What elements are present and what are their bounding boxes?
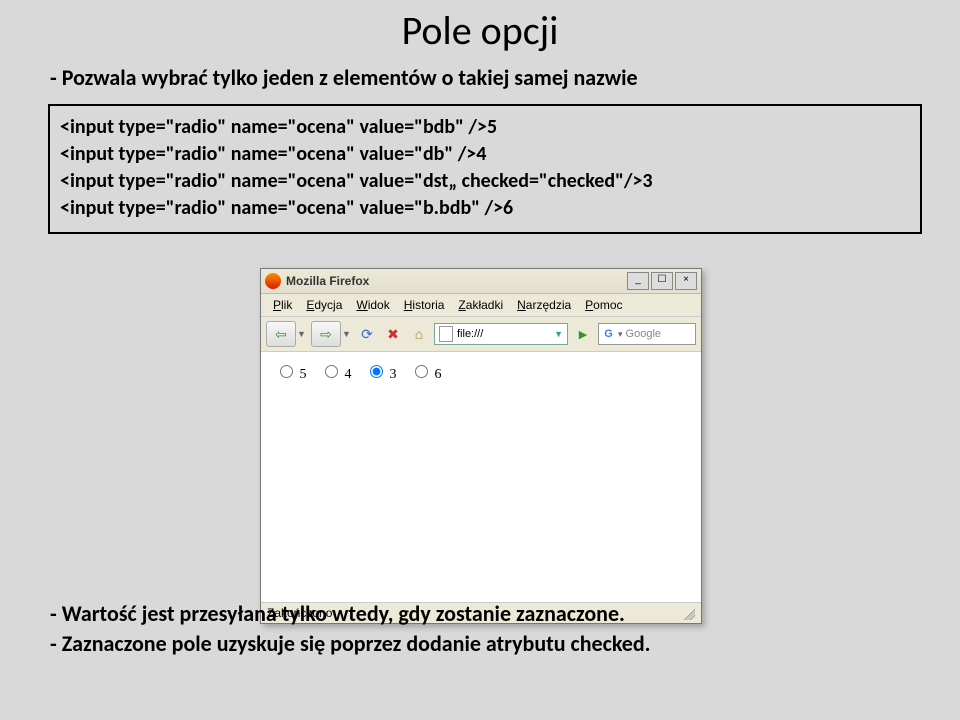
menu-historia[interactable]: Historia [398, 297, 451, 313]
slide-title: Pole opcji [0, 6, 960, 55]
minimize-button[interactable]: _ [627, 272, 649, 290]
home-icon[interactable]: ⌂ [408, 323, 430, 345]
forward-dropdown-icon[interactable]: ▼ [342, 329, 352, 339]
radio-input-6[interactable] [415, 365, 428, 378]
menu-pomoc[interactable]: Pomoc [579, 297, 628, 313]
radio-group-ocena: 5 4 3 6 [275, 362, 687, 383]
radio-label-3: 3 [390, 367, 397, 382]
back-dropdown-icon[interactable]: ▼ [297, 329, 307, 339]
radio-input-3[interactable] [370, 365, 383, 378]
forward-button[interactable]: ⇨ [311, 321, 341, 347]
radio-input-4[interactable] [325, 365, 338, 378]
radio-input-5[interactable] [280, 365, 293, 378]
go-button[interactable]: ▶ [572, 323, 594, 345]
firefox-icon [265, 273, 281, 289]
code-line-2: <input type="radio" name="ocena" value="… [60, 141, 910, 168]
note-bullet-2: - Zaznaczone pole uzyskuje się poprzez d… [50, 630, 910, 657]
maximize-button[interactable]: ☐ [651, 272, 673, 290]
url-dropdown-icon[interactable]: ▼ [554, 329, 563, 339]
browser-window: Mozilla Firefox _ ☐ × Plik Edycja Widok … [260, 268, 702, 624]
code-example-box: <input type="radio" name="ocena" value="… [48, 104, 922, 234]
radio-label-4: 4 [345, 367, 352, 382]
back-button[interactable]: ⇦ [266, 321, 296, 347]
browser-content: 5 4 3 6 [261, 352, 701, 602]
intro-bullet: - Pozwala wybrać tylko jeden z elementów… [50, 64, 910, 91]
code-line-4: <input type="radio" name="ocena" value="… [60, 195, 910, 222]
radio-option-5[interactable]: 5 [275, 367, 307, 382]
radio-label-5: 5 [300, 367, 307, 382]
url-input[interactable]: file:/// ▼ [434, 323, 568, 345]
page-icon [439, 326, 453, 342]
url-text: file:/// [457, 328, 483, 340]
menu-widok[interactable]: Widok [350, 297, 395, 313]
google-icon: G [602, 328, 615, 341]
search-dropdown-icon[interactable]: ▾ [618, 329, 623, 340]
radio-option-6[interactable]: 6 [410, 367, 442, 382]
reload-icon[interactable]: ⟳ [356, 323, 378, 345]
browser-app-title: Mozilla Firefox [286, 274, 627, 288]
menu-plik[interactable]: Plik [267, 297, 298, 313]
stop-icon[interactable]: ✖ [382, 323, 404, 345]
menu-zakladki[interactable]: Zakładki [452, 297, 509, 313]
close-button[interactable]: × [675, 272, 697, 290]
window-controls: _ ☐ × [627, 272, 697, 290]
menu-narzedzia[interactable]: Narzędzia [511, 297, 577, 313]
browser-titlebar: Mozilla Firefox _ ☐ × [261, 269, 701, 294]
radio-label-6: 6 [435, 367, 442, 382]
code-line-1: <input type="radio" name="ocena" value="… [60, 114, 910, 141]
radio-option-3[interactable]: 3 [365, 367, 397, 382]
search-input[interactable]: G ▾ Google [598, 323, 696, 345]
note-bullet-1: - Wartość jest przesyłana tylko wtedy, g… [50, 600, 910, 627]
browser-menubar: Plik Edycja Widok Historia Zakładki Narz… [261, 294, 701, 317]
browser-toolbar: ⇦ ▼ ⇨ ▼ ⟳ ✖ ⌂ file:/// ▼ ▶ G ▾ Google [261, 317, 701, 352]
radio-option-4[interactable]: 4 [320, 367, 352, 382]
code-line-3: <input type="radio" name="ocena" value="… [60, 168, 910, 195]
search-placeholder: Google [626, 328, 661, 340]
menu-edycja[interactable]: Edycja [300, 297, 348, 313]
